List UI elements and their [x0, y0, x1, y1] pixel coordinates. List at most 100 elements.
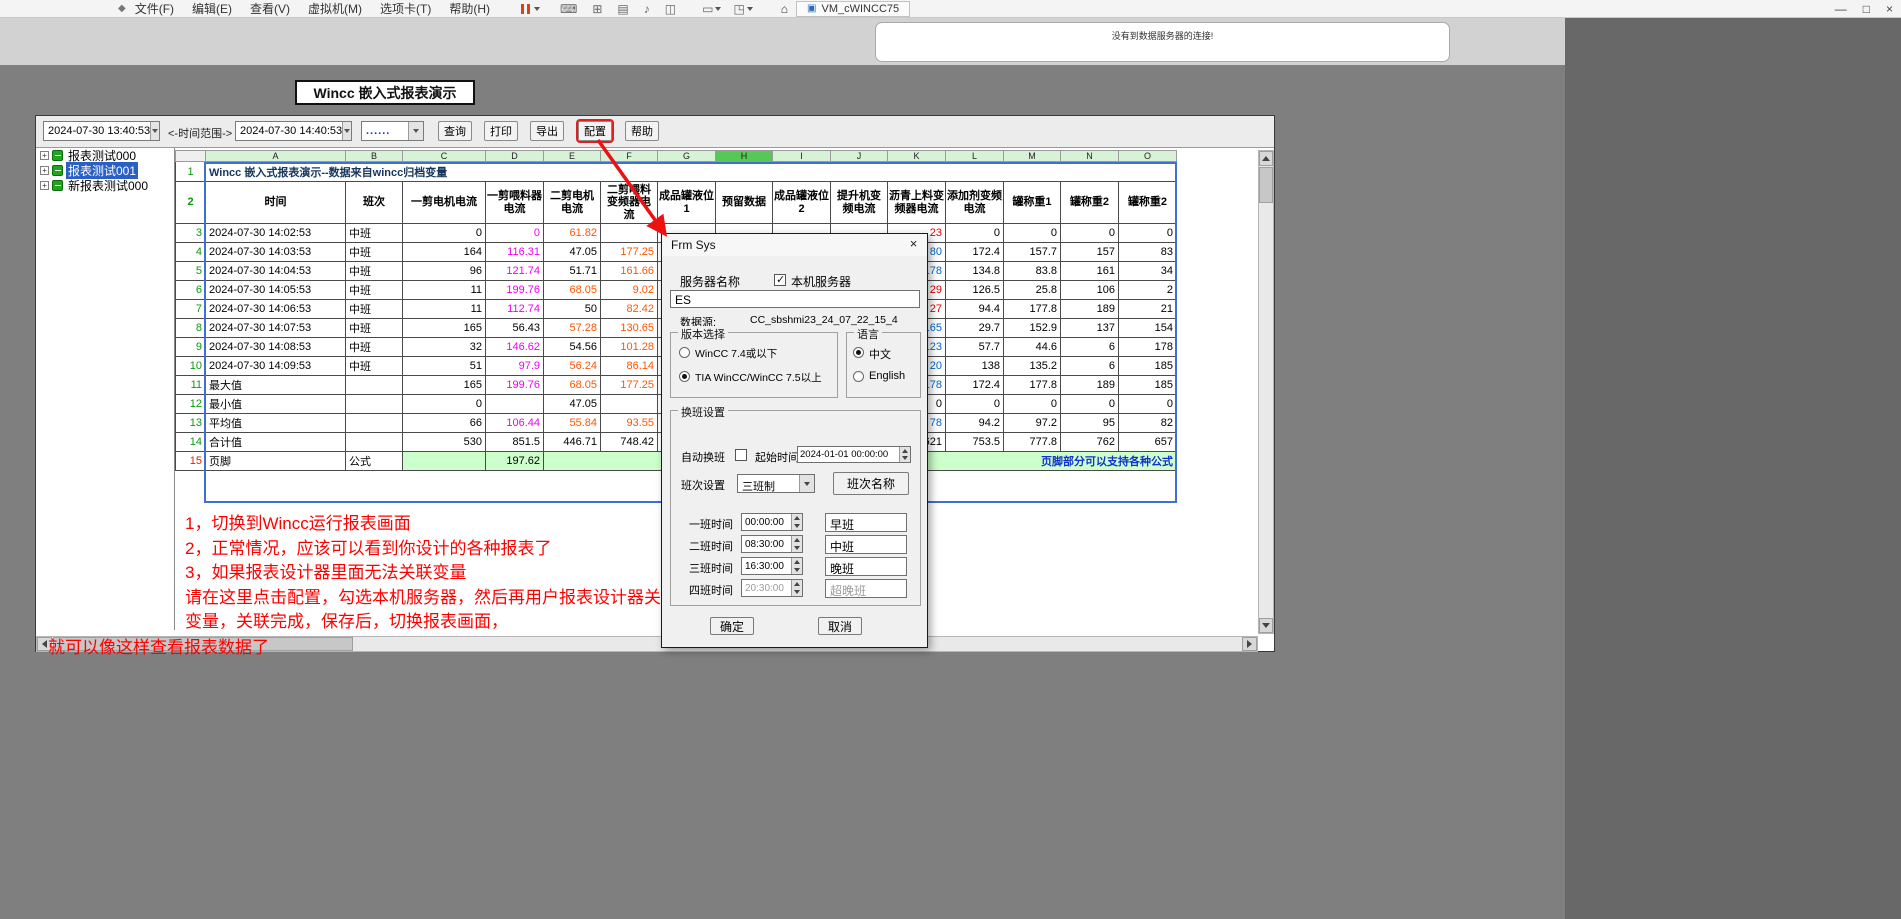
column-letter-L[interactable]: L	[946, 151, 1004, 162]
column-letter-F[interactable]: F	[601, 151, 658, 162]
header-cell[interactable]: 班次	[346, 182, 403, 224]
sheet-cell[interactable]: 56.43	[486, 319, 544, 338]
row-number[interactable]: 4	[176, 243, 206, 262]
sheet-cell[interactable]	[601, 395, 658, 414]
sheet-cell[interactable]: 34	[1119, 262, 1177, 281]
sheet-cell[interactable]: 9.02	[601, 281, 658, 300]
sheet-cell[interactable]: 97.2	[1004, 414, 1061, 433]
sheet-cell[interactable]: 762	[1061, 433, 1119, 452]
shift2-time-input[interactable]: 08:30:00	[741, 535, 803, 553]
sheet-cell[interactable]: 106	[1061, 281, 1119, 300]
sheet-cell[interactable]: 2024-07-30 14:08:53	[206, 338, 346, 357]
sheet-cell[interactable]: 165	[403, 319, 486, 338]
sheet-cell[interactable]: 157	[1061, 243, 1119, 262]
column-letter-D[interactable]: D	[486, 151, 544, 162]
end-time-picker-button[interactable]	[342, 122, 351, 140]
shift2-name-input[interactable]: 中班	[825, 535, 907, 554]
row-number[interactable]: 13	[176, 414, 206, 433]
sheet-cell[interactable]: 0	[1119, 395, 1177, 414]
sheet-cell[interactable]: 中班	[346, 281, 403, 300]
sheet-cell[interactable]: 177.8	[1004, 376, 1061, 395]
sheet-cell[interactable]: 55.84	[544, 414, 601, 433]
tree-item-2[interactable]: 新报表测试000	[36, 178, 174, 193]
sheet-cell[interactable]: 2024-07-30 14:04:53	[206, 262, 346, 281]
sheet-cell[interactable]: 93.55	[601, 414, 658, 433]
sheet-cell[interactable]: 130.65	[601, 319, 658, 338]
tree-item-label[interactable]: 新报表测试000	[66, 177, 150, 194]
sheet-cell[interactable]: 753.5	[946, 433, 1004, 452]
sheet-cell[interactable]: 中班	[346, 224, 403, 243]
printer-icon[interactable]: ⊞	[592, 2, 602, 16]
row-number[interactable]: 12	[176, 395, 206, 414]
sheet-cell[interactable]: 2024-07-30 14:02:53	[206, 224, 346, 243]
menu-tabs[interactable]: 选项卡(T)	[371, 0, 440, 18]
sheet-cell[interactable]: 121.74	[486, 262, 544, 281]
expand-plus-icon[interactable]	[40, 166, 49, 175]
sheet-cell[interactable]: 最小值	[206, 395, 346, 414]
sheet-cell[interactable]: 185	[1119, 357, 1177, 376]
server-name-input[interactable]: ES	[670, 290, 920, 308]
sheet-cell[interactable]: 0	[403, 224, 486, 243]
sheet-cell[interactable]: 530	[403, 433, 486, 452]
sheet-cell[interactable]: 164	[403, 243, 486, 262]
column-letter-G[interactable]: G	[658, 151, 716, 162]
cancel-button[interactable]: 取消	[818, 617, 862, 635]
combo-dropdown-button[interactable]	[799, 475, 814, 492]
sheet-cell[interactable]: 172.4	[946, 243, 1004, 262]
sheet-cell[interactable]: 中班	[346, 243, 403, 262]
start-time-picker-button[interactable]	[150, 122, 159, 140]
local-server-checkbox[interactable]	[774, 274, 786, 286]
sheet-cell[interactable]: 11	[403, 300, 486, 319]
column-letter-B[interactable]: B	[346, 151, 403, 162]
shift3-name-input[interactable]: 晚班	[825, 557, 907, 576]
sheet-cell[interactable]: 中班	[346, 300, 403, 319]
sheet-cell[interactable]: 178	[1119, 338, 1177, 357]
fullscreen-button[interactable]: ◳	[733, 2, 752, 16]
row-number[interactable]: 7	[176, 300, 206, 319]
sheet-cell[interactable]: 0	[946, 395, 1004, 414]
sheet-cell[interactable]: 0	[486, 224, 544, 243]
column-letter-E[interactable]: E	[544, 151, 601, 162]
print-button[interactable]: 打印	[484, 121, 518, 141]
vm-tab[interactable]: ▣ VM_cWINCC75	[796, 1, 910, 17]
sheet-cell[interactable]: 154	[1119, 319, 1177, 338]
sheet-cell[interactable]: 177.8	[1004, 300, 1061, 319]
sheet-cell[interactable]: 2024-07-30 14:07:53	[206, 319, 346, 338]
sheet-cell[interactable]: 66	[403, 414, 486, 433]
sheet-cell[interactable]: 97.9	[486, 357, 544, 376]
sheet-cell[interactable]: 165	[403, 376, 486, 395]
vertical-scroll-thumb[interactable]	[1259, 167, 1273, 203]
sheet-cell[interactable]: 748.42	[601, 433, 658, 452]
sheet-cell[interactable]: 189	[1061, 300, 1119, 319]
sheet-cell[interactable]: 56.24	[544, 357, 601, 376]
sheet-cell[interactable]: 2024-07-30 14:05:53	[206, 281, 346, 300]
sheet-cell[interactable]: 平均值	[206, 414, 346, 433]
sheet-cell[interactable]: 0	[1119, 224, 1177, 243]
sheet-cell[interactable]: 177.25	[601, 376, 658, 395]
end-time-input[interactable]: 2024-07-30 14:40:53	[235, 121, 352, 141]
sheet-cell[interactable]: 中班	[346, 338, 403, 357]
tree-item-1[interactable]: 报表测试001	[36, 163, 174, 178]
sheet-cell[interactable]: 页脚	[206, 452, 346, 471]
sheet-cell[interactable]: 82	[1119, 414, 1177, 433]
version-option-label[interactable]: TIA WinCC/WinCC 7.5以上	[695, 370, 822, 385]
shift4-time-input[interactable]: 20:30:00	[741, 579, 803, 597]
dialog-close-button[interactable]: ×	[905, 236, 922, 253]
column-letter-C[interactable]: C	[403, 151, 486, 162]
row-number[interactable]: 15	[176, 452, 206, 471]
shift-start-datetime-input[interactable]: 2024-01-01 00:00:00	[797, 446, 911, 463]
header-cell[interactable]: 添加剂变频电流	[946, 182, 1004, 224]
shift1-time-input[interactable]: 00:00:00	[741, 513, 803, 531]
auto-shift-checkbox[interactable]	[735, 449, 747, 461]
row-number[interactable]: 10	[176, 357, 206, 376]
dialog-titlebar[interactable]: Frm Sys	[662, 234, 927, 256]
sheet-cell[interactable]: 2024-07-30 14:09:53	[206, 357, 346, 376]
header-cell[interactable]: 二剪喂料变频器电流	[601, 182, 658, 224]
sheet-cell[interactable]	[346, 414, 403, 433]
sheet-cell[interactable]: 44.6	[1004, 338, 1061, 357]
header-cell[interactable]: 二剪电机电流	[544, 182, 601, 224]
header-cell[interactable]: 时间	[206, 182, 346, 224]
sheet-cell[interactable]: 中班	[346, 319, 403, 338]
header-cell[interactable]: 罐称重1	[1004, 182, 1061, 224]
menu-file[interactable]: 文件(F)	[126, 0, 183, 18]
